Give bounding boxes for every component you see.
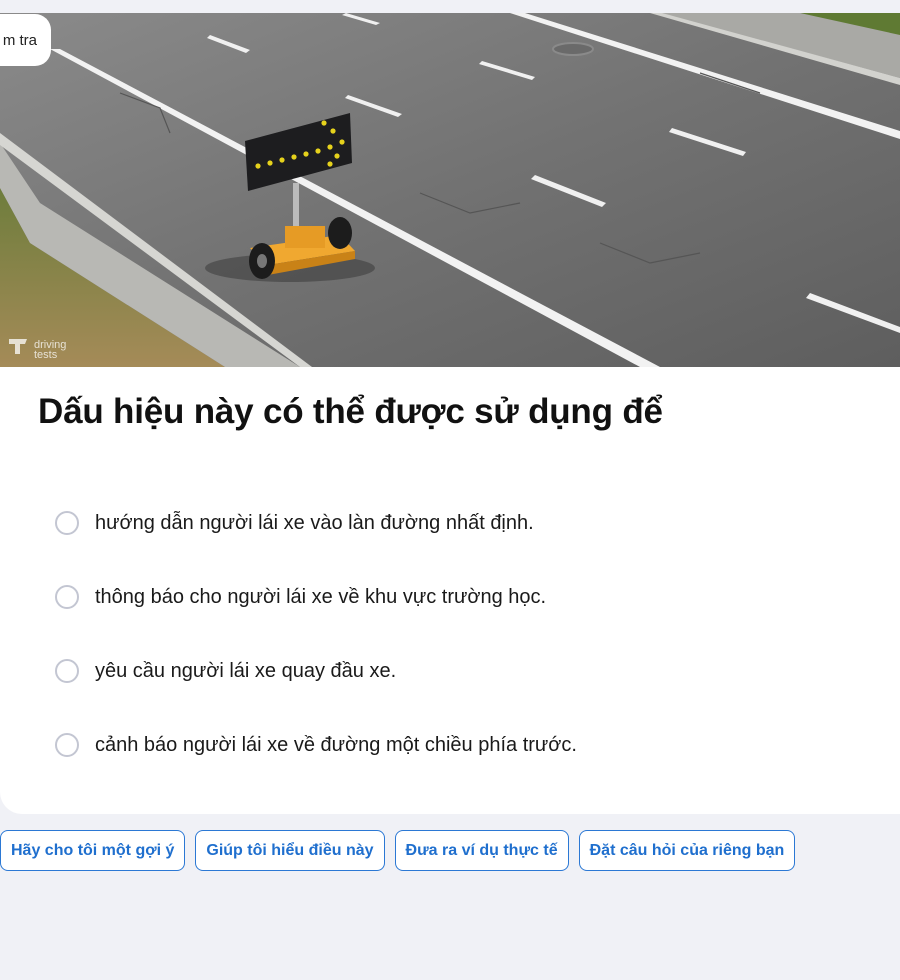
answer-option-text: yêu cầu người lái xe quay đầu xe. — [95, 659, 397, 682]
question-image: driving tests — [0, 13, 900, 367]
test-tab[interactable]: m tra — [0, 14, 51, 66]
answer-option-text: thông báo cho người lái xe về khu vực tr… — [95, 585, 547, 608]
radio-button[interactable] — [55, 659, 79, 683]
quiz-page: driving tests m tra Dấu hiệu này có thể … — [0, 0, 900, 980]
suggestion-chips: Hãy cho tôi một gợi ý Giúp tôi hiểu điều… — [0, 830, 796, 871]
watermark-line2: tests — [34, 349, 58, 361]
answer-option-3[interactable]: yêu cầu người lái xe quay đầu xe. — [55, 656, 396, 686]
radio-button[interactable] — [55, 733, 79, 757]
real-example-button[interactable]: Đưa ra ví dụ thực tế — [394, 830, 569, 871]
radio-button[interactable] — [55, 511, 79, 535]
answer-option-text: cảnh báo người lái xe về đường một chiều… — [95, 733, 577, 756]
ask-own-question-button[interactable]: Đặt câu hỏi của riêng bạn — [578, 830, 796, 871]
hint-button[interactable]: Hãy cho tôi một gợi ý — [0, 830, 186, 871]
answer-option-4[interactable]: cảnh báo người lái xe về đường một chiều… — [55, 730, 577, 760]
answer-option-2[interactable]: thông báo cho người lái xe về khu vực tr… — [55, 582, 546, 612]
radio-button[interactable] — [55, 585, 79, 609]
test-tab-label: m tra — [2, 31, 37, 49]
explain-button[interactable]: Giúp tôi hiểu điều này — [195, 830, 385, 871]
question-title: Dấu hiệu này có thể được sử dụng để — [38, 392, 663, 431]
answer-option-1[interactable]: hướng dẫn người lái xe vào làn đường nhấ… — [55, 508, 534, 538]
answer-option-text: hướng dẫn người lái xe vào làn đường nhấ… — [95, 511, 534, 534]
